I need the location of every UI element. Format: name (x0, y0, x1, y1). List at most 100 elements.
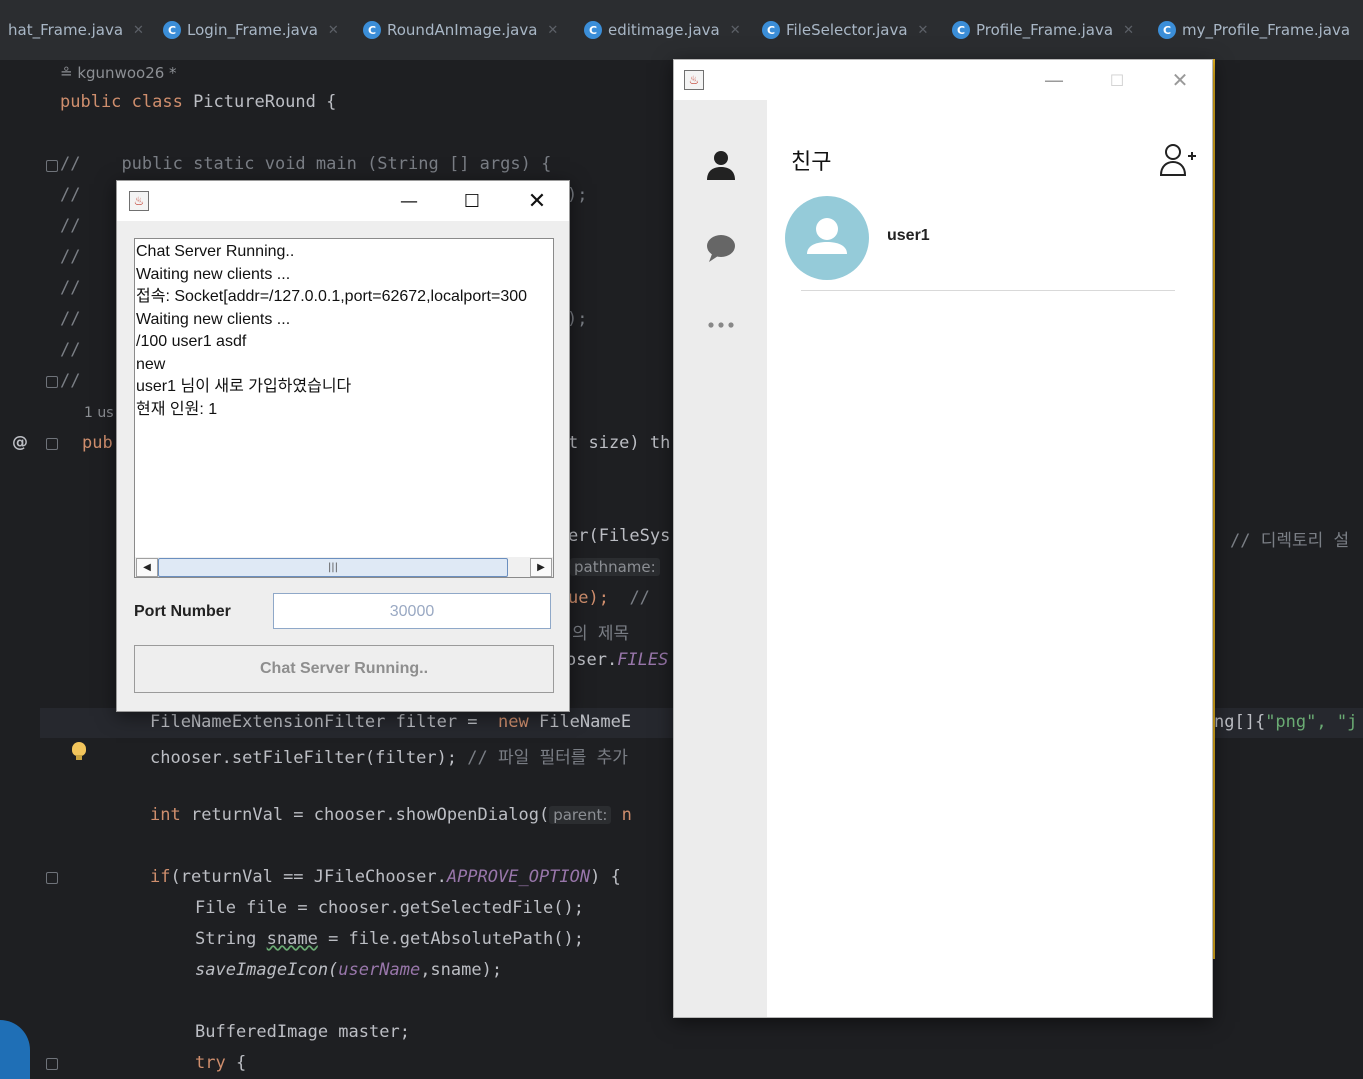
code-token: { (225, 1053, 247, 1073)
person-icon[interactable] (703, 146, 739, 182)
minimize-button[interactable]: — (1034, 66, 1074, 94)
avatar[interactable] (785, 196, 869, 280)
code-line-if: if(returnVal == JFileChooser.APPROVE_OPT… (150, 867, 621, 887)
code-token: returnVal = chooser.showOpenDialog( (180, 805, 550, 825)
close-icon[interactable]: ✕ (918, 23, 929, 38)
tab-profile-frame[interactable]: C Profile_Frame.java ✕ (952, 14, 1134, 46)
window-titlebar[interactable]: ♨ — ☐ ✕ (674, 60, 1212, 100)
close-icon[interactable]: ✕ (1123, 23, 1134, 38)
class-icon: C (952, 21, 970, 39)
fold-marker-icon[interactable] (46, 438, 58, 450)
friend-list-window: ♨ — ☐ ✕ 친구 user1 (673, 59, 1213, 1018)
server-status-button[interactable]: Chat Server Running.. (134, 645, 554, 693)
close-button[interactable]: ✕ (1160, 66, 1200, 94)
tab-round-an-image[interactable]: C RoundAnImage.java ✕ (363, 14, 558, 46)
tab-label: RoundAnImage.java (387, 21, 538, 39)
code-token: // 파일 필터를 추가 (457, 748, 628, 768)
code-line-fragment: ); (567, 309, 588, 329)
code-line-fragment: pub (82, 433, 113, 453)
code-token: int (150, 805, 181, 825)
friend-name: user1 (887, 227, 930, 244)
maximize-button[interactable]: ☐ (452, 185, 492, 217)
code-token: public static void main (String [] args)… (121, 154, 552, 174)
code-line-buffered: BufferedImage master; (195, 1022, 410, 1042)
code-line-filter: FileNameExtensionFilter filter = new Fil… (150, 712, 631, 732)
port-number-field[interactable]: 30000 (273, 593, 551, 629)
scroll-right-icon[interactable]: ▶ (530, 558, 552, 577)
fold-marker-icon[interactable] (46, 1058, 58, 1070)
sidebar-nav (674, 100, 767, 1017)
window-titlebar[interactable]: ♨ — ☐ ✕ (117, 181, 569, 221)
chat-server-window: ♨ — ☐ ✕ Chat Server Running.. Waiting ne… (116, 180, 570, 712)
code-token: public class (60, 92, 194, 112)
code-token: userName (338, 960, 421, 980)
code-line-fragment: oser.FILES (566, 650, 668, 670)
tab-editimage[interactable]: Ceditimage.java ✕ (584, 14, 741, 46)
code-token: "png", "j (1265, 712, 1358, 732)
code-token: t size) th (568, 433, 671, 453)
code-line-comment: // (60, 309, 81, 329)
code-token: filter = (385, 712, 488, 732)
close-icon[interactable]: ✕ (730, 23, 741, 38)
server-log-textarea[interactable]: Chat Server Running.. Waiting new client… (134, 238, 554, 559)
more-icon[interactable] (703, 307, 739, 343)
code-token: ,sname); (420, 960, 503, 980)
override-marker-icon: @ (12, 432, 28, 451)
tab-chat-frame[interactable]: hat_Frame.java ✕ (8, 14, 144, 46)
code-token: (returnVal == JFileChooser. (170, 867, 447, 887)
fold-marker-icon[interactable] (46, 872, 58, 884)
code-token: // (629, 588, 650, 608)
code-line-comment: // (60, 371, 81, 391)
add-friend-icon[interactable] (1159, 142, 1197, 178)
param-hint-pathname: pathname: (570, 557, 660, 576)
friends-panel: 친구 user1 (767, 100, 1212, 1017)
tab-label: hat_Frame.java (8, 21, 124, 39)
tab-my-profile-frame[interactable]: Cmy_Profile_Frame.java (1158, 14, 1350, 46)
tab-login-frame[interactable]: C Login_Frame.java ✕ (163, 14, 339, 46)
scroll-thumb[interactable]: ||| (158, 558, 508, 577)
scroll-left-icon[interactable]: ◀ (136, 558, 158, 577)
code-token: if (150, 867, 171, 887)
log-line: /100 user1 asdf (136, 333, 247, 350)
chat-bubble-icon[interactable] (703, 230, 739, 266)
code-line-comment: // (60, 216, 81, 236)
maximize-button[interactable]: ☐ (1097, 66, 1137, 94)
divider (801, 290, 1175, 291)
lightbulb-icon[interactable] (72, 742, 86, 760)
log-line: new (136, 355, 166, 373)
author-name: kgunwoo26 * (77, 64, 177, 82)
close-icon[interactable]: ✕ (133, 23, 144, 38)
close-icon[interactable]: ✕ (547, 23, 558, 38)
code-token: // (60, 154, 81, 174)
code-line-class: public class PictureRound { (60, 92, 336, 112)
code-token: FILES (617, 650, 669, 670)
code-token: ) { (590, 867, 621, 887)
code-token: ng[]{ (1214, 712, 1266, 732)
horizontal-scrollbar[interactable]: ◀ ||| ▶ (134, 557, 554, 578)
code-line-comment: // (60, 278, 81, 298)
param-hint-parent: parent: (549, 806, 612, 824)
code-token: ue); (568, 588, 609, 608)
code-line-comment: // public static void main (String [] ar… (60, 154, 551, 174)
code-line-setfilter: chooser.setFileFilter(filter); // 파일 필터를… (150, 743, 628, 768)
fold-marker-icon[interactable] (46, 376, 58, 388)
friend-list-item[interactable]: user1 (785, 196, 1175, 292)
code-token: APPROVE_OPTION (446, 867, 591, 887)
class-icon: C (762, 21, 780, 39)
code-token: FileNameExtensionFilter (150, 712, 386, 732)
log-line: Waiting new clients ... (136, 310, 291, 328)
log-line: 현재 인원: 1 (136, 400, 218, 418)
close-icon[interactable]: ✕ (328, 23, 339, 38)
code-token: try (195, 1053, 226, 1073)
code-token: new (498, 712, 529, 732)
code-line-returnval: int returnVal = chooser.showOpenDialog(p… (150, 805, 632, 825)
port-number-label: Port Number (134, 603, 231, 620)
minimize-button[interactable]: — (389, 185, 429, 217)
tab-label: Profile_Frame.java (976, 21, 1114, 39)
fold-marker-icon[interactable] (46, 160, 58, 172)
close-button[interactable]: ✕ (517, 185, 557, 217)
code-line-fragment: ue); // (568, 588, 650, 608)
code-line-comment: // (60, 340, 81, 360)
code-comment-dir: // 디렉토리 설 (1230, 531, 1350, 551)
tab-file-selector[interactable]: C FileSelector.java ✕ (762, 14, 928, 46)
